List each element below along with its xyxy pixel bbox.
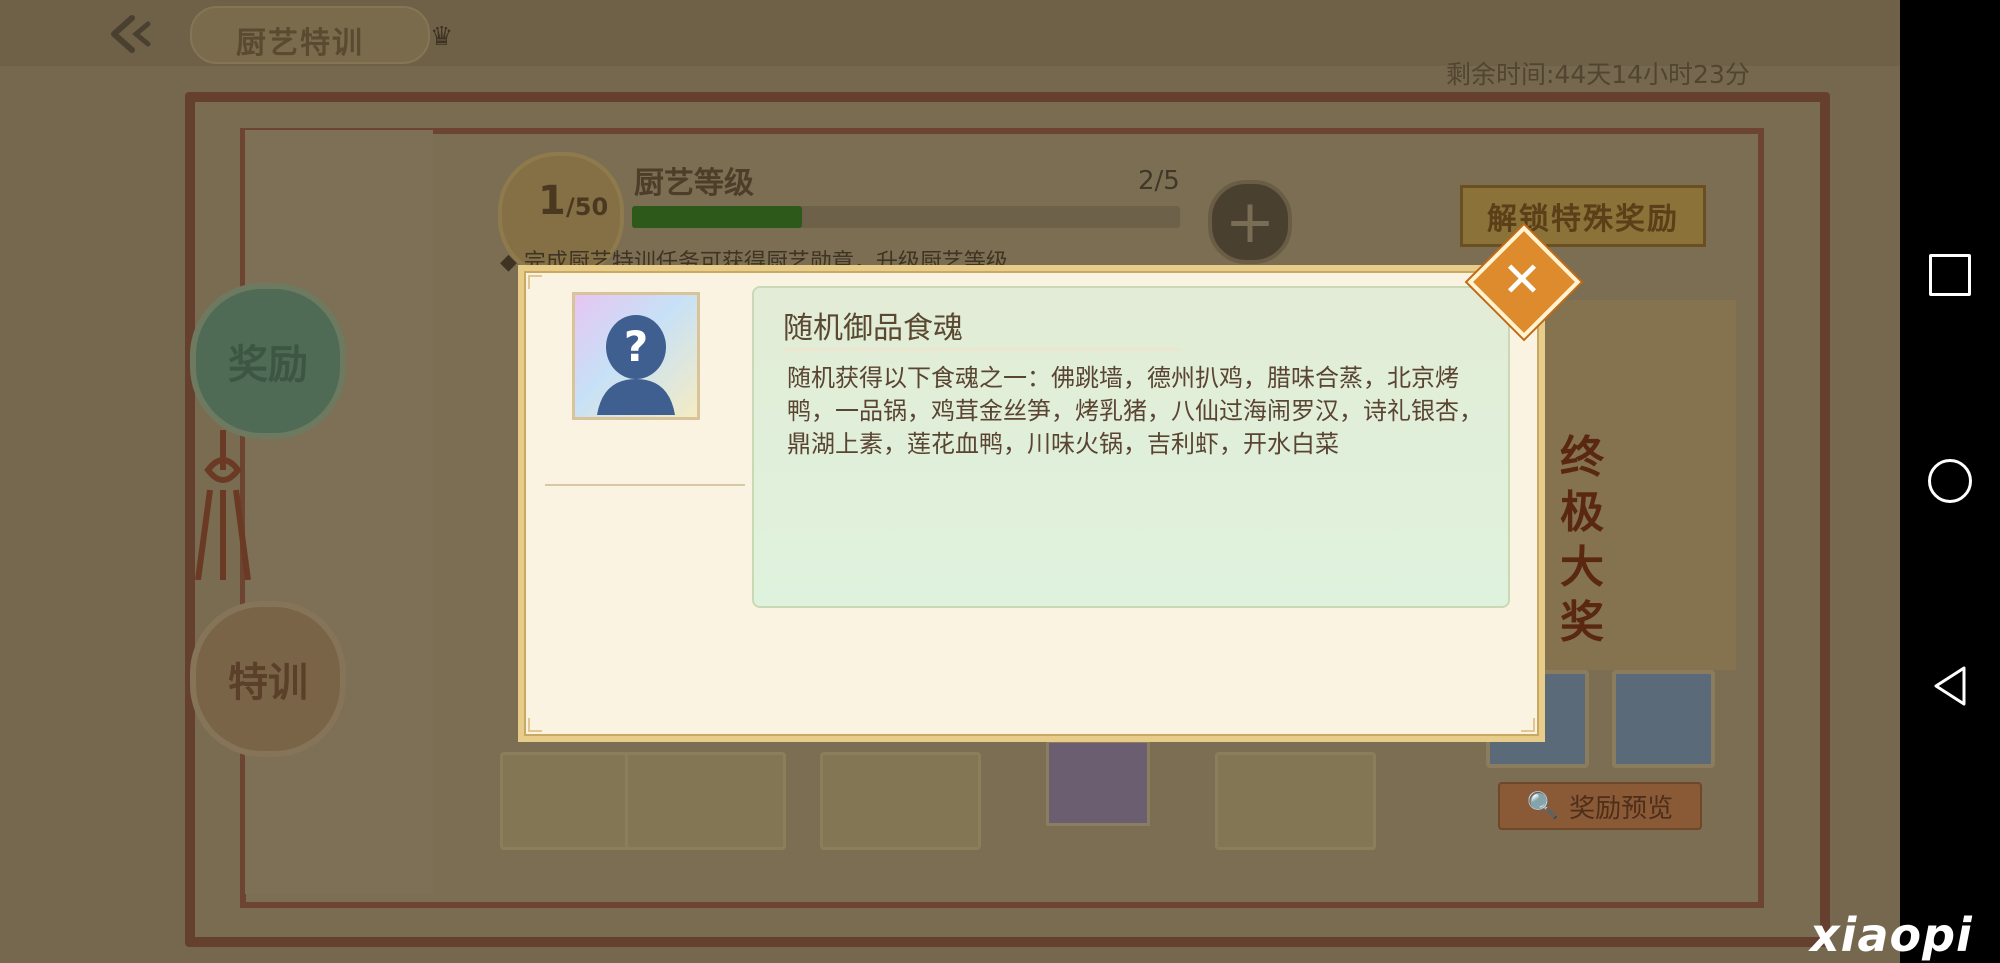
- add-button[interactable]: +: [1208, 180, 1292, 264]
- task-slot[interactable]: [820, 752, 981, 850]
- knot-ornament-icon: [195, 430, 251, 580]
- mystery-person-icon: ?: [597, 315, 675, 415]
- big-prize-label: 终极大奖: [1560, 432, 1604, 648]
- popup-corner: [528, 275, 542, 289]
- level-max: /50: [566, 193, 609, 221]
- level-current: 1: [538, 178, 566, 224]
- svg-text:?: ?: [624, 322, 648, 371]
- popup-corner: [528, 718, 542, 732]
- reward-item-card[interactable]: [1046, 740, 1150, 826]
- divider: [545, 484, 745, 486]
- task-slot[interactable]: [625, 752, 786, 850]
- watermark-logo: xiaopi: [1810, 908, 1973, 962]
- reward-item-card[interactable]: [1612, 670, 1715, 768]
- recent-apps-icon[interactable]: [1925, 250, 1975, 300]
- tab-training[interactable]: 特训: [190, 601, 346, 757]
- popup-corner: [1521, 718, 1535, 732]
- left-panel: [245, 130, 433, 894]
- reward-preview-label: 奖励预览: [1569, 793, 1674, 824]
- mystery-item-card: ?: [572, 292, 700, 420]
- level-progress-fill: [632, 206, 802, 228]
- close-icon[interactable]: ✕: [1486, 244, 1558, 316]
- back-arrow-icon[interactable]: [108, 14, 154, 54]
- medal-count: 2/5: [1138, 166, 1180, 196]
- popup-title: 随机御品食魂: [783, 311, 963, 346]
- unlock-special-reward-button[interactable]: 解锁特殊奖励: [1460, 185, 1706, 247]
- search-icon: 🔍: [1526, 791, 1560, 821]
- reward-preview-button[interactable]: 🔍 奖励预览: [1498, 782, 1702, 830]
- title-underline: [783, 348, 1181, 351]
- tab-reward[interactable]: 奖励: [190, 283, 346, 439]
- popup-description: 随机获得以下食魂之一：佛跳墙，德州扒鸡，腊味合蒸，北京烤鸭，一品锅，鸡茸金丝笋，…: [787, 364, 1483, 458]
- page-title: 厨艺特训: [236, 26, 364, 61]
- level-label: 厨艺等级: [634, 166, 754, 201]
- crown-icon[interactable]: ♛: [430, 22, 453, 52]
- back-icon[interactable]: [1925, 661, 1975, 711]
- level-progress-bar: [632, 206, 1180, 228]
- task-slot[interactable]: [1215, 752, 1376, 850]
- remaining-time: 剩余时间:44天14小时23分: [1446, 60, 1750, 89]
- home-icon[interactable]: [1925, 456, 1975, 506]
- system-nav-bar: [1900, 0, 2000, 963]
